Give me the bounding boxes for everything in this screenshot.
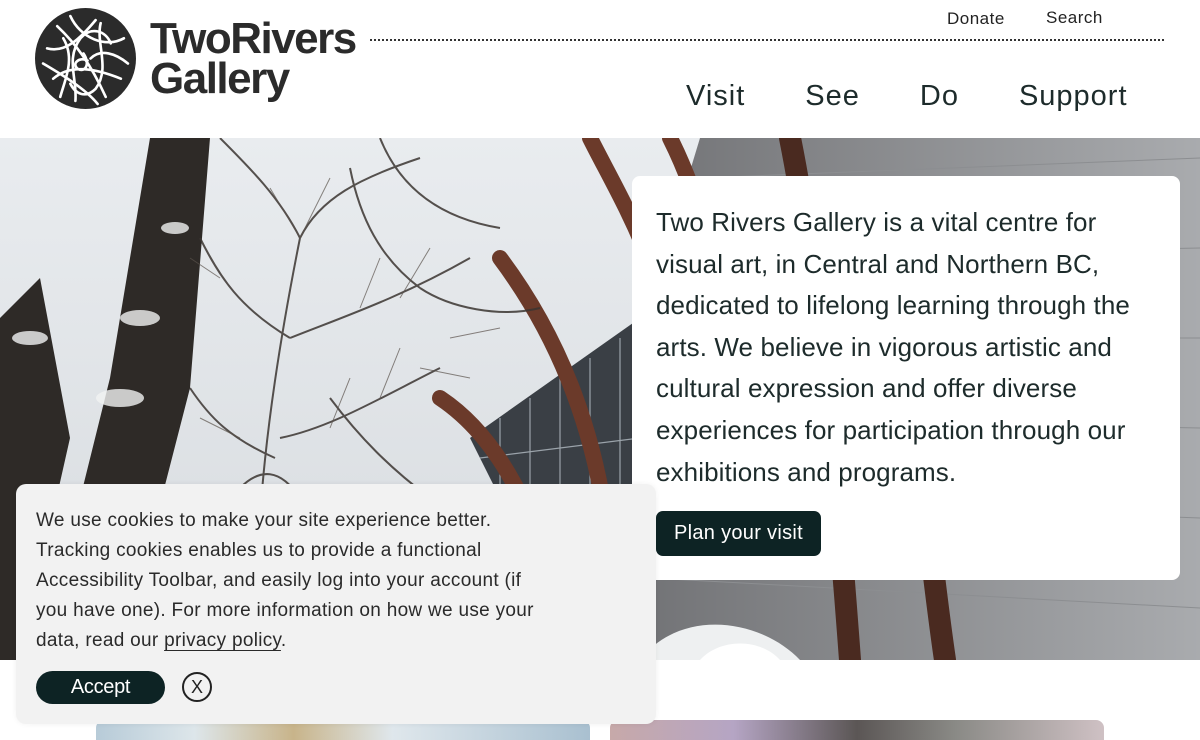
utility-nav: Donate Search: [370, 6, 1200, 42]
logo-line-1: TwoRivers: [150, 13, 357, 63]
intro-card: Two Rivers Gallery is a vital centre for…: [632, 176, 1180, 580]
dotted-divider: [370, 39, 1164, 41]
feature-card-image-right[interactable]: [610, 720, 1104, 740]
logo-line-2: Gallery: [150, 53, 290, 103]
cookie-banner: We use cookies to make your site experie…: [16, 484, 656, 724]
close-icon[interactable]: X: [182, 672, 212, 702]
cookie-message-end: .: [280, 630, 287, 651]
privacy-policy-link[interactable]: privacy policy: [164, 630, 281, 651]
cookie-message: We use cookies to make your site experie…: [36, 506, 536, 656]
logo-mark-icon: [35, 8, 136, 109]
logo-wordmark: TwoRivers Gallery: [150, 13, 357, 103]
nav-item-see[interactable]: See: [805, 80, 860, 113]
site-logo[interactable]: TwoRivers Gallery: [35, 8, 357, 109]
search-link[interactable]: Search: [1046, 8, 1103, 28]
plan-visit-button[interactable]: Plan your visit: [656, 511, 821, 556]
main-nav: Visit See Do Support: [686, 80, 1128, 113]
accept-cookies-button[interactable]: Accept: [36, 671, 165, 704]
intro-text: Two Rivers Gallery is a vital centre for…: [656, 207, 1130, 487]
site-header: TwoRivers Gallery Donate Search Visit Se…: [0, 0, 1200, 138]
donate-link[interactable]: Donate: [947, 9, 1005, 29]
nav-item-visit[interactable]: Visit: [686, 80, 745, 113]
nav-item-do[interactable]: Do: [920, 80, 959, 113]
nav-item-support[interactable]: Support: [1019, 80, 1128, 113]
